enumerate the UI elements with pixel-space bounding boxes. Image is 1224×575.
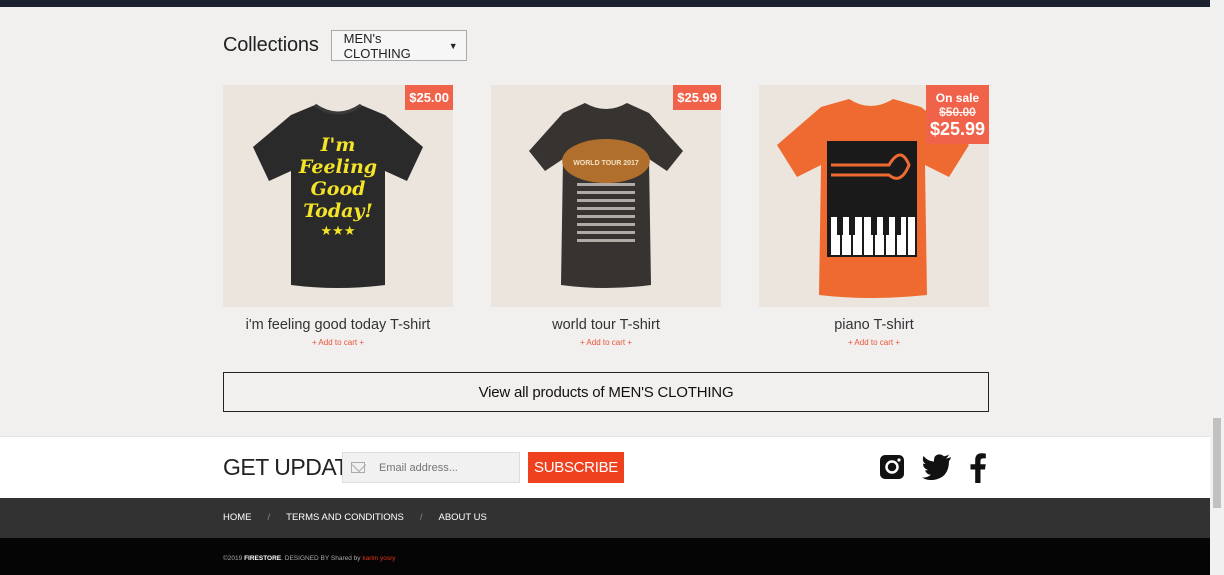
dropdown-arrow-icon: ▼: [448, 40, 458, 51]
collection-select[interactable]: MEN's CLOTHING ▼: [330, 30, 467, 61]
subscribe-button[interactable]: SUBSCRIBE: [528, 452, 624, 483]
sale-price-badge: On sale $50.00 $25.99: [925, 85, 989, 144]
product-name[interactable]: piano T-shirt: [759, 317, 989, 333]
email-field[interactable]: [342, 452, 520, 483]
tshirt-image: WORLD TOUR 2017: [529, 103, 683, 288]
product-image[interactable]: WORLD TOUR 2017 $25.99: [491, 85, 721, 307]
twitter-icon[interactable]: [922, 453, 952, 481]
nav-item-about[interactable]: ABOUT US: [438, 512, 486, 523]
facebook-icon[interactable]: [968, 453, 988, 483]
nav-separator: /: [267, 512, 271, 523]
add-to-cart-link[interactable]: + Add to cart +: [491, 338, 721, 347]
print-text: Good: [311, 178, 366, 200]
product-name[interactable]: world tour T-shirt: [491, 317, 721, 333]
envelope-icon: [351, 462, 365, 473]
instagram-icon[interactable]: [878, 453, 906, 481]
product-card[interactable]: WORLD TOUR 2017 $25.99 world tour T-shir…: [491, 85, 721, 347]
nav-item-home[interactable]: HOME: [223, 512, 252, 523]
product-card[interactable]: I'm Feeling Good Today! ★★★ $25.00 i'm f…: [223, 85, 453, 347]
top-header-strip: [0, 0, 1210, 7]
svg-text:★★★: ★★★: [321, 223, 356, 238]
product-name[interactable]: i'm feeling good today T-shirt: [223, 317, 453, 333]
nav-separator: /: [419, 512, 423, 523]
price-badge: $25.00: [405, 85, 453, 110]
copyright-bar: ©2019 FIRESTORE. DESIGNED BY Shared by k…: [0, 538, 1210, 575]
print-text: WORLD TOUR 2017: [573, 160, 639, 167]
author-link[interactable]: karim yosry: [362, 555, 395, 562]
add-to-cart-link[interactable]: + Add to cart +: [223, 338, 453, 347]
tshirt-image: I'm Feeling Good Today! ★★★: [253, 103, 423, 288]
add-to-cart-link[interactable]: + Add to cart +: [759, 338, 989, 347]
nav-item-terms[interactable]: TERMS AND CONDITIONS: [286, 512, 404, 523]
scrollbar-thumb[interactable]: [1213, 418, 1221, 508]
print-text: Today!: [303, 200, 373, 222]
collections-header: Collections MEN's CLOTHING ▼: [223, 30, 467, 61]
sale-label: On sale: [935, 91, 980, 105]
print-text: Feeling: [298, 156, 377, 178]
product-image[interactable]: On sale $50.00 $25.99: [759, 85, 989, 307]
sale-price: $25.99: [929, 119, 985, 139]
newsletter-section: GET UPDATES SUBSCRIBE: [0, 436, 1210, 498]
old-price: $50.00: [939, 105, 976, 119]
copyright-year: ©2019: [223, 555, 243, 562]
collection-select-value: MEN's CLOTHING: [343, 30, 411, 61]
designed-by-text: . DESIGNED BY Shared by: [281, 555, 361, 562]
collections-title: Collections: [223, 34, 319, 56]
product-card[interactable]: On sale $50.00 $25.99 piano T-shirt + Ad…: [759, 85, 989, 347]
email-input[interactable]: [379, 461, 519, 474]
footer-nav: HOME / TERMS AND CONDITIONS / ABOUT US: [0, 498, 1210, 538]
price-badge: $25.99: [673, 85, 721, 110]
view-all-products-button[interactable]: View all products of MEN'S CLOTHING: [223, 372, 989, 412]
scrollbar[interactable]: [1210, 0, 1224, 575]
product-image[interactable]: I'm Feeling Good Today! ★★★ $25.00: [223, 85, 453, 307]
brand-name: FIRESTORE: [244, 555, 282, 562]
print-text: I'm: [320, 134, 356, 156]
copyright-text: ©2019 FIRESTORE. DESIGNED BY Shared by k…: [223, 555, 396, 562]
